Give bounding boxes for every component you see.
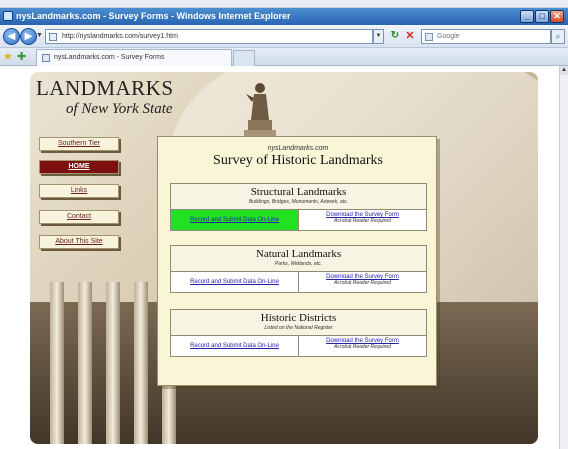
search-input[interactable]: Google bbox=[421, 29, 551, 44]
search-placeholder: Google bbox=[437, 33, 460, 40]
section-historic-districts: Historic Districts Listed on the Nationa… bbox=[170, 309, 427, 357]
section-header: Natural Landmarks Parks, Wetlands, etc. bbox=[171, 246, 426, 272]
column-graphic bbox=[78, 282, 92, 444]
download-block: Download the Survey Form Acrobat Reader … bbox=[299, 336, 426, 356]
download-block: Download the Survey Form Acrobat Reader … bbox=[299, 272, 426, 292]
tab-label: nysLandmarks.com - Survey Forms bbox=[54, 54, 165, 61]
maximize-button[interactable]: □ bbox=[535, 10, 549, 23]
acrobat-note: Acrobat Reader Required bbox=[334, 344, 391, 350]
section-structural-landmarks: Structural Landmarks Buildings, Bridges,… bbox=[170, 183, 427, 231]
new-tab-button[interactable] bbox=[233, 50, 255, 66]
section-natural-landmarks: Natural Landmarks Parks, Wetlands, etc. … bbox=[170, 245, 427, 293]
panel-title: Survey of Historic Landmarks bbox=[213, 153, 383, 168]
back-arrow-icon[interactable]: ◀ bbox=[3, 28, 20, 45]
statue-image bbox=[244, 83, 276, 144]
site-title: LANDMARKS bbox=[36, 76, 174, 100]
tab-bar: ★ ✚ nysLandmarks.com - Survey Forms bbox=[0, 48, 568, 66]
sidebar-item-links[interactable]: Links bbox=[39, 184, 119, 198]
favorites-star-icon[interactable]: ★ bbox=[3, 51, 13, 63]
section-note: Parks, Wetlands, etc. bbox=[274, 261, 323, 267]
search-icon[interactable]: ⌕ bbox=[551, 29, 565, 44]
window-title: nysLandmarks.com - Survey Forms - Window… bbox=[16, 11, 291, 21]
section-title: Natural Landmarks bbox=[255, 248, 342, 260]
refresh-icon[interactable]: ↻ bbox=[389, 30, 401, 42]
record-data-link[interactable]: Record and Submit Data On-Line bbox=[171, 210, 299, 230]
acrobat-note: Acrobat Reader Required bbox=[334, 280, 391, 286]
record-data-link[interactable]: Record and Submit Data On-Line bbox=[171, 336, 299, 356]
search-provider-icon bbox=[425, 33, 433, 41]
download-block: Download the Survey Form Acrobat Reader … bbox=[299, 210, 426, 230]
sidebar-item-southern-tier[interactable]: Southern Tier bbox=[39, 137, 119, 151]
section-title: Historic Districts bbox=[260, 312, 337, 324]
address-dropdown-icon[interactable]: ▼ bbox=[373, 29, 384, 44]
column-graphic bbox=[50, 282, 64, 444]
add-favorites-icon[interactable]: ✚ bbox=[17, 51, 26, 63]
section-title: Structural Landmarks bbox=[250, 186, 347, 198]
survey-panel: nysLandmarks.com Survey of Historic Land… bbox=[157, 136, 437, 386]
section-note: Buildings, Bridges, Monuments, Artwork, … bbox=[248, 199, 349, 205]
address-url[interactable]: http://nyslandmarks.com/survey1.htm bbox=[62, 33, 178, 40]
desktop-top-strip bbox=[0, 0, 568, 8]
section-header: Structural Landmarks Buildings, Bridges,… bbox=[171, 184, 426, 210]
recent-pages-dropdown-icon[interactable]: ▼ bbox=[36, 32, 43, 39]
tab-survey-forms[interactable]: nysLandmarks.com - Survey Forms bbox=[36, 49, 232, 66]
column-graphic bbox=[106, 282, 120, 444]
page-icon bbox=[49, 33, 57, 41]
column-graphic bbox=[134, 282, 148, 444]
section-header: Historic Districts Listed on the Nationa… bbox=[171, 310, 426, 336]
minimize-button[interactable]: _ bbox=[520, 10, 534, 23]
stop-icon[interactable]: ✕ bbox=[404, 30, 416, 42]
site-subtitle: of New York State bbox=[66, 101, 173, 117]
address-bar[interactable]: http://nyslandmarks.com/survey1.htm bbox=[45, 29, 373, 44]
sidebar-item-home[interactable]: HOME bbox=[39, 160, 119, 174]
section-note: Listed on the National Register bbox=[264, 325, 333, 331]
panel-tagline: nysLandmarks.com bbox=[267, 145, 329, 152]
web-page: LANDMARKS of New York State Southern Tie… bbox=[0, 66, 559, 449]
window-titlebar[interactable]: nysLandmarks.com - Survey Forms - Window… bbox=[0, 8, 568, 25]
ie-icon bbox=[3, 11, 13, 21]
forward-arrow-icon[interactable]: ▶ bbox=[20, 28, 37, 45]
acrobat-note: Acrobat Reader Required bbox=[334, 218, 391, 224]
sidebar-item-about[interactable]: About This Site bbox=[39, 235, 119, 249]
navigation-bar: ◀ ▶ ▼ http://nyslandmarks.com/survey1.ht… bbox=[0, 25, 568, 48]
close-button[interactable]: ✕ bbox=[550, 10, 564, 23]
vertical-scrollbar[interactable]: ▲ bbox=[559, 66, 568, 449]
tab-page-icon bbox=[42, 54, 50, 62]
sidebar-item-contact[interactable]: Contact bbox=[39, 210, 119, 224]
scroll-up-icon[interactable]: ▲ bbox=[560, 66, 568, 75]
record-data-link[interactable]: Record and Submit Data On-Line bbox=[171, 272, 299, 292]
